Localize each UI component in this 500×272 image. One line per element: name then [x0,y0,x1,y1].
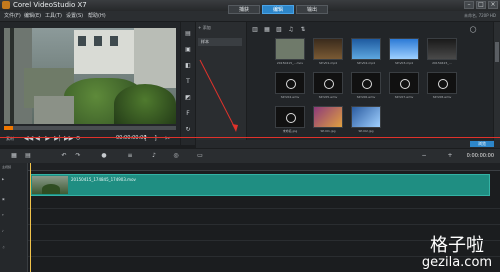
playhead[interactable] [30,163,31,272]
timeline-clip[interactable]: 20150415_174845_174903.mov [30,174,490,196]
title-track[interactable] [28,213,500,225]
overlay-track-icon[interactable]: ▣ [2,197,5,201]
undo-icon[interactable]: ↶ [60,152,68,160]
zoom-in-icon[interactable]: + [446,152,454,160]
watermark-cn: 格子啦 [430,235,484,256]
auto-music-icon[interactable]: ♪ [150,152,158,160]
watermark-en: gezila.com [421,255,493,270]
clip-name: 20150415_174845_174903.mov [71,177,136,182]
watermark: 格子啦 gezila.com [418,236,496,270]
track-label: 主视频 [2,165,12,169]
record-icon[interactable]: ● [100,152,108,160]
mixer-icon[interactable]: ≡ [126,152,134,160]
timeline-timecode: 0:00:00:00 [466,153,494,159]
storyboard-view-icon[interactable]: ▦ [10,152,18,160]
timeline-view-icon[interactable]: ▤ [24,152,32,160]
motion-track-icon[interactable]: ◎ [172,152,180,160]
title-track-icon[interactable]: T [2,213,4,217]
clip-thumbnail [32,176,68,194]
track-headers: 主视频 ▶ ▣ T ♪ ♫ [0,163,28,272]
music-track-icon[interactable]: ♫ [2,245,5,249]
redo-icon[interactable]: ↷ [74,152,82,160]
overlay-track[interactable] [28,197,500,209]
subtitle-icon[interactable]: ▭ [196,152,204,160]
timeline-ruler[interactable] [28,163,500,171]
zoom-out-icon[interactable]: − [420,152,428,160]
video-track-icon[interactable]: ▶ [2,177,4,181]
timeline-toolbar: ▦ ▤ ↶ ↷ ● ≡ ♪ ◎ ▭ − + 0:00:00:00 [0,149,500,163]
voice-track-icon[interactable]: ♪ [2,229,4,233]
